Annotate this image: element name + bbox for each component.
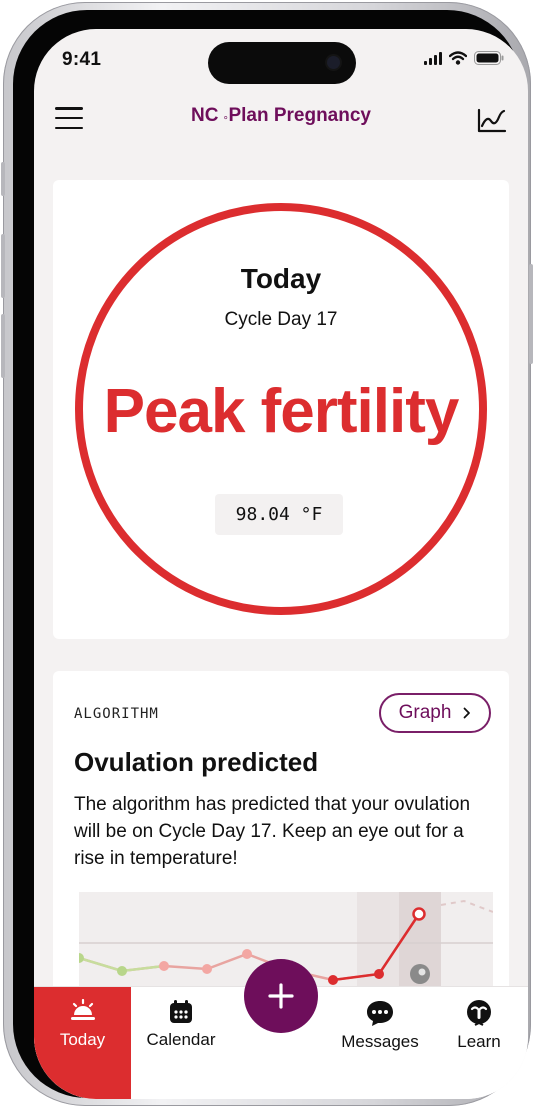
status-time: 9:41 bbox=[62, 49, 102, 70]
tab-calendar[interactable]: Calendar bbox=[131, 987, 231, 1099]
screen: 9:41 NC ° Plan Pregnancy Today Cycle Day… bbox=[34, 29, 528, 1099]
add-button[interactable] bbox=[244, 959, 318, 1033]
action-button bbox=[1, 162, 5, 196]
temperature-value[interactable]: 98.04 °F bbox=[215, 494, 343, 535]
cellular-signal-icon bbox=[424, 51, 442, 65]
graph-button[interactable]: Graph bbox=[379, 693, 491, 733]
volume-up-button bbox=[1, 234, 5, 298]
chart-point bbox=[374, 969, 384, 979]
sunrise-icon bbox=[70, 999, 95, 1020]
brand-name: Plan Pregnancy bbox=[228, 105, 371, 126]
learn-icon bbox=[467, 1000, 491, 1026]
brand-degree: ° bbox=[223, 115, 228, 127]
chart-point bbox=[328, 975, 338, 985]
battery-icon bbox=[474, 51, 504, 65]
tab-label: Calendar bbox=[146, 1030, 216, 1049]
tab-learn[interactable]: Learn bbox=[430, 987, 528, 1099]
chart-point bbox=[117, 966, 127, 976]
chart-point bbox=[242, 949, 252, 959]
algorithm-description: The algorithm has predicted that your ov… bbox=[74, 794, 471, 869]
plus-icon bbox=[268, 983, 294, 1009]
phone-frame: 9:41 NC ° Plan Pregnancy Today Cycle Day… bbox=[1, 2, 533, 1106]
power-button bbox=[529, 264, 533, 364]
tab-label: Learn bbox=[457, 1032, 501, 1051]
calendar-icon bbox=[170, 1000, 192, 1023]
chevron-right-icon bbox=[464, 707, 471, 719]
status-icons bbox=[424, 51, 504, 65]
today-card[interactable]: Today Cycle Day 17 Peak fertility 98.04 … bbox=[53, 180, 509, 639]
graph-button-label: Graph bbox=[398, 702, 452, 723]
cycle-day: Cycle Day 17 bbox=[224, 309, 338, 330]
tab-today[interactable]: Today bbox=[34, 987, 131, 1099]
algorithm-label: ALGORITHM bbox=[74, 706, 159, 722]
tab-label: Today bbox=[59, 1030, 106, 1049]
wifi-icon bbox=[449, 51, 467, 65]
tab-messages[interactable]: Messages bbox=[330, 987, 430, 1099]
tab-label: Messages bbox=[341, 1032, 419, 1051]
chart-point bbox=[202, 964, 212, 974]
ovulation-marker-highlight bbox=[418, 968, 426, 976]
graph-icon[interactable] bbox=[477, 107, 507, 133]
chat-bubble-icon bbox=[367, 1001, 393, 1026]
brand-nc: NC bbox=[190, 105, 219, 126]
algorithm-title: Ovulation predicted bbox=[74, 747, 319, 777]
app-brand: NC ° Plan Pregnancy bbox=[34, 105, 528, 127]
chart-point-today bbox=[412, 907, 426, 921]
today-title: Today bbox=[240, 263, 322, 294]
volume-down-button bbox=[1, 314, 5, 378]
fertility-status: Peak fertility bbox=[103, 377, 460, 446]
dynamic-island bbox=[208, 42, 356, 84]
camera-lens bbox=[327, 56, 340, 69]
chart-point bbox=[159, 961, 169, 971]
bezel: 9:41 NC ° Plan Pregnancy Today Cycle Day… bbox=[13, 10, 528, 1099]
